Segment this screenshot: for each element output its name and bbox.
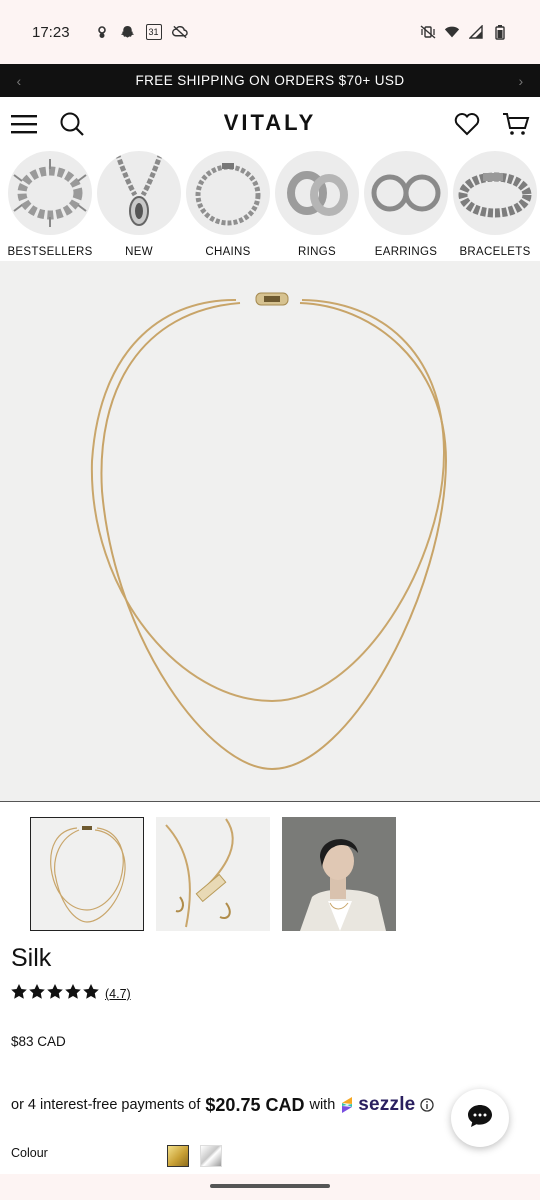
status-time: 17:23 (32, 23, 70, 41)
sezzle-icon (339, 1096, 355, 1114)
category-label: BESTSELLERS (7, 246, 93, 258)
calendar-icon: 31 (145, 24, 162, 40)
calendar-day: 31 (148, 27, 159, 37)
home-gesture-handle[interactable] (210, 1184, 330, 1188)
snapchat-icon (120, 24, 136, 40)
wifi-icon (444, 24, 460, 40)
promo-banner: ‹ FREE SHIPPING ON ORDERS $70+ USD › (0, 64, 540, 97)
status-bar: 17:23 31 (0, 0, 540, 64)
chat-bubble-icon (467, 1104, 493, 1133)
product-rating[interactable]: (4.7) (11, 984, 131, 1004)
info-icon[interactable] (420, 1098, 435, 1112)
category-label: CHAINS (205, 246, 251, 258)
star-icon (11, 984, 27, 1004)
installment-info: or 4 interest-free payments of $20.75 CA… (11, 1094, 435, 1116)
product-price: $83 CAD (11, 1034, 66, 1049)
pendant-chain-image (97, 151, 181, 235)
installment-amount: $20.75 CAD (205, 1094, 305, 1115)
installment-with: with (309, 1097, 336, 1113)
vibrate-off-icon (420, 24, 436, 40)
category-chains[interactable]: CHAINS (186, 151, 270, 261)
chain-necklace-image (186, 151, 270, 235)
chain-bracelet-image (453, 151, 537, 235)
sezzle-logo[interactable]: sezzle (339, 1094, 415, 1116)
chevron-left-icon[interactable]: ‹ (4, 64, 34, 97)
category-label: NEW (125, 246, 153, 258)
colour-label: Colour (11, 1146, 48, 1160)
category-label: RINGS (298, 246, 336, 258)
podcast-icon (94, 24, 110, 40)
hoop-earrings-image (364, 151, 448, 235)
product-main-image[interactable] (0, 261, 540, 802)
cart-icon[interactable] (500, 108, 532, 140)
thumbnail-2[interactable] (156, 817, 270, 931)
promo-text: FREE SHIPPING ON ORDERS $70+ USD (135, 73, 405, 88)
category-rings[interactable]: RINGS (275, 151, 359, 261)
category-new[interactable]: NEW (97, 151, 181, 261)
chat-button[interactable] (451, 1089, 509, 1147)
colour-swatch-gold[interactable] (167, 1145, 189, 1167)
category-carousel: BESTSELLERS NEW CHAINS RINGS EARRINGS BR… (0, 151, 540, 261)
thumbnail-1[interactable] (30, 817, 144, 931)
category-earrings[interactable]: EARRINGS (364, 151, 448, 261)
rating-score-link[interactable]: (4.7) (105, 987, 131, 1001)
product-title: Silk (11, 944, 52, 972)
site-header: VITALY (0, 97, 540, 151)
installment-prefix: or 4 interest-free payments of (11, 1097, 201, 1113)
signal-icon (468, 24, 484, 40)
category-label: EARRINGS (374, 246, 438, 258)
thumbnail-gallery (30, 817, 396, 931)
star-icon (65, 984, 81, 1004)
category-label: BRACELETS (459, 246, 531, 258)
category-bracelets[interactable]: BRACELETS (453, 151, 537, 261)
category-bestsellers[interactable]: BESTSELLERS (7, 151, 93, 261)
thumbnail-3[interactable] (282, 817, 396, 931)
rings-image (275, 151, 359, 235)
star-icon (83, 984, 99, 1004)
colour-swatch-silver[interactable] (200, 1145, 222, 1167)
star-icon (29, 984, 45, 1004)
battery-icon (492, 24, 508, 40)
bracelet-spiked-image (8, 151, 92, 235)
heart-icon[interactable] (451, 108, 483, 140)
no-cloud-icon (171, 24, 188, 40)
sezzle-brand-text: sezzle (358, 1094, 416, 1115)
chevron-right-icon[interactable]: › (506, 64, 536, 97)
star-icon (47, 984, 63, 1004)
